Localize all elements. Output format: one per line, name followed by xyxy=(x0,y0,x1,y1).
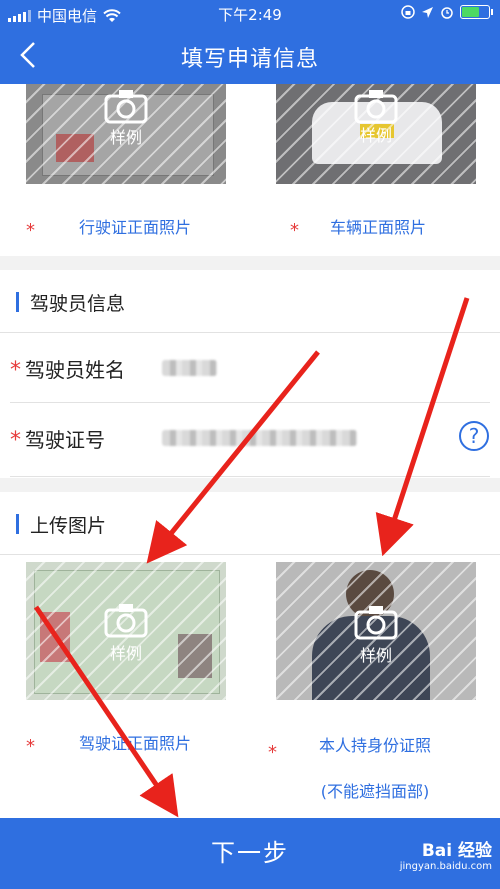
section-title-upload: 上传图片 xyxy=(16,511,106,538)
upload-section: 上传图片 样例 样例 * 驾驶证正面照片 * 本人持身份证照 (不能遮挡面部) xyxy=(0,492,500,818)
license-number-input[interactable] xyxy=(162,430,357,446)
driver-info-section: 驾驶员信息 * 驾驶员姓名 * 驾驶证号 ? xyxy=(0,270,500,478)
required-mark: * xyxy=(26,220,35,241)
sample-label: 样例 xyxy=(359,126,392,145)
battery-icon xyxy=(460,5,493,19)
vehicle-license-sample[interactable]: 样例 xyxy=(26,84,226,184)
required-mark: * xyxy=(10,358,21,383)
rotation-lock-icon xyxy=(401,5,415,19)
driver-license-sample[interactable]: 样例 xyxy=(26,562,226,700)
section-title-driver: 驾驶员信息 xyxy=(16,289,125,316)
driver-name-label: 驾驶员姓名 xyxy=(25,358,125,382)
page-title: 填写申请信息 xyxy=(180,47,319,72)
caption-id-holding-note: (不能遮挡面部) xyxy=(320,782,430,801)
camera-icon xyxy=(354,90,398,124)
camera-icon xyxy=(354,606,398,640)
sample-label: 样例 xyxy=(109,128,142,147)
camera-icon xyxy=(104,90,148,124)
caption-vehicle-front: 车辆正面照片 xyxy=(329,218,426,237)
required-mark: * xyxy=(268,742,277,763)
id-holding-sample[interactable]: 样例 xyxy=(276,562,476,700)
location-icon xyxy=(422,6,433,18)
driver-name-input[interactable] xyxy=(162,360,217,376)
sample-label: 样例 xyxy=(109,644,142,663)
caption-vehicle-license: 行驶证正面照片 xyxy=(78,218,191,237)
required-mark: * xyxy=(10,428,21,453)
nav-bar: 填写申请信息 xyxy=(0,28,500,84)
required-mark: * xyxy=(26,736,35,757)
sample-label: 样例 xyxy=(359,646,392,665)
camera-icon xyxy=(104,604,148,638)
caption-driver-license: 驾驶证正面照片 xyxy=(78,734,191,753)
caption-id-holding: 本人持身份证照 xyxy=(318,736,431,755)
vehicle-photos-section: 样例 样例 * 行驶证正面照片 * 车辆正面照片 xyxy=(0,84,500,256)
help-icon[interactable]: ? xyxy=(459,421,489,451)
status-bar: 中国电信 下午2:49 xyxy=(0,0,500,28)
vehicle-front-sample[interactable]: 样例 xyxy=(276,84,476,184)
watermark: Bai 经验 jingyan.baidu.com xyxy=(399,841,492,872)
alarm-icon xyxy=(441,7,453,19)
required-mark: * xyxy=(290,220,299,241)
license-number-label: 驾驶证号 xyxy=(25,428,105,452)
